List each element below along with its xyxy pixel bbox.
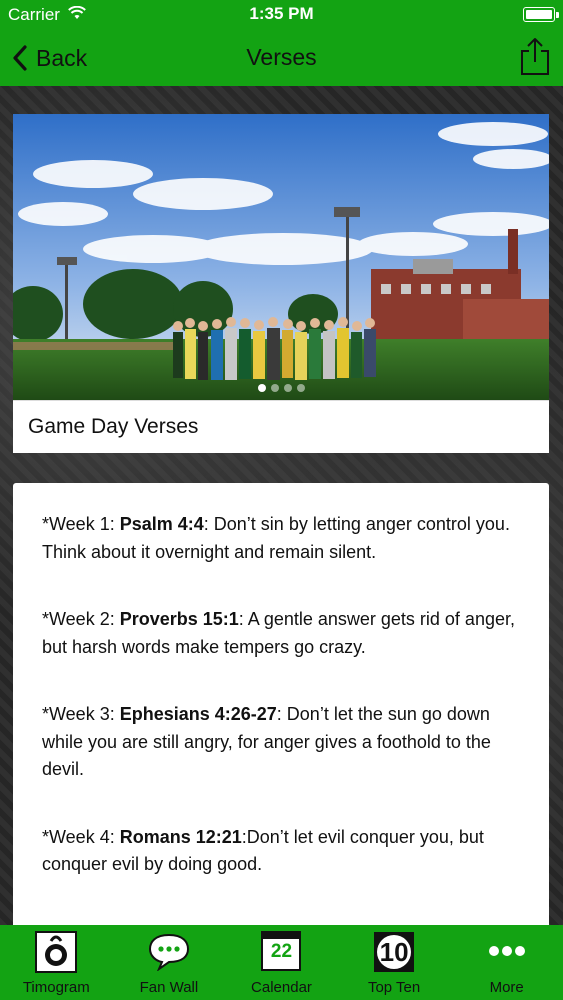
verse-reference: Psalm 4:4 bbox=[119, 514, 204, 534]
page-indicator[interactable] bbox=[13, 384, 549, 392]
gallery-image[interactable] bbox=[13, 114, 549, 400]
verses-card: *Week 1: Psalm 4:4: Don’t sin by letting… bbox=[13, 483, 549, 928]
clock: 1:35 PM bbox=[249, 4, 314, 23]
tab-badge-text: 10 bbox=[379, 937, 409, 967]
verse-week: *Week 4: bbox=[42, 826, 120, 847]
tab-label: Fan Wall bbox=[139, 979, 199, 996]
gallery-caption: Game Day Verses bbox=[13, 400, 549, 453]
verse-paragraph: *Week 4: Romans 12:21:Don’t let evil con… bbox=[42, 824, 527, 879]
tab-timogram[interactable]: Timogram bbox=[0, 925, 113, 1000]
page-dot[interactable] bbox=[270, 384, 279, 392]
tab-badge-text: 22 bbox=[270, 941, 293, 962]
verse-week: *Week 1: bbox=[42, 514, 120, 534]
page-dot[interactable] bbox=[296, 384, 305, 392]
navigation-bar: Back Verses bbox=[0, 30, 563, 86]
top-ten-icon: 10 bbox=[373, 931, 415, 978]
more-icon bbox=[485, 931, 529, 976]
camera-icon bbox=[35, 931, 78, 978]
verse-paragraph: *Week 3: Ephesians 4:26-27: Don’t let th… bbox=[42, 701, 527, 784]
tab-bar: Timogram Fan Wall 22 Calendar 10 Top Ten More bbox=[0, 925, 563, 1000]
verse-paragraph: *Week 2: Proverbs 15:1: A gentle answer … bbox=[42, 606, 527, 661]
verse-paragraph: *Week 1: Psalm 4:4: Don’t sin by letting… bbox=[42, 511, 527, 566]
page-dot[interactable] bbox=[257, 384, 266, 392]
tab-fan-wall[interactable]: Fan Wall bbox=[113, 925, 226, 1000]
caption-text: Game Day Verses bbox=[28, 415, 199, 438]
tab-top-ten[interactable]: 10 Top Ten bbox=[338, 925, 451, 1000]
tab-label: Calendar bbox=[251, 979, 312, 996]
calendar-icon: 22 bbox=[261, 931, 302, 976]
tab-calendar[interactable]: 22 Calendar bbox=[225, 925, 338, 1000]
tab-more[interactable]: More bbox=[450, 925, 563, 1000]
team-photo bbox=[13, 114, 549, 400]
tab-label: Timogram bbox=[22, 979, 90, 996]
share-icon[interactable] bbox=[519, 36, 551, 76]
battery-icon bbox=[523, 7, 559, 22]
page-title: Verses bbox=[246, 44, 317, 70]
verse-week: *Week 2: bbox=[42, 609, 120, 629]
chat-bubble-icon bbox=[147, 931, 191, 976]
page-dot[interactable] bbox=[283, 384, 292, 392]
verse-reference: Proverbs 15:1 bbox=[119, 609, 239, 629]
verse-reference: Ephesians 4:26-27 bbox=[119, 704, 277, 724]
status-bar: Carrier 1:35 PM bbox=[0, 0, 563, 30]
verse-week: *Week 3: bbox=[42, 704, 120, 724]
tab-label: Top Ten bbox=[367, 979, 421, 996]
verse-reference: Romans 12:21 bbox=[119, 826, 242, 847]
tab-label: More bbox=[489, 979, 524, 996]
